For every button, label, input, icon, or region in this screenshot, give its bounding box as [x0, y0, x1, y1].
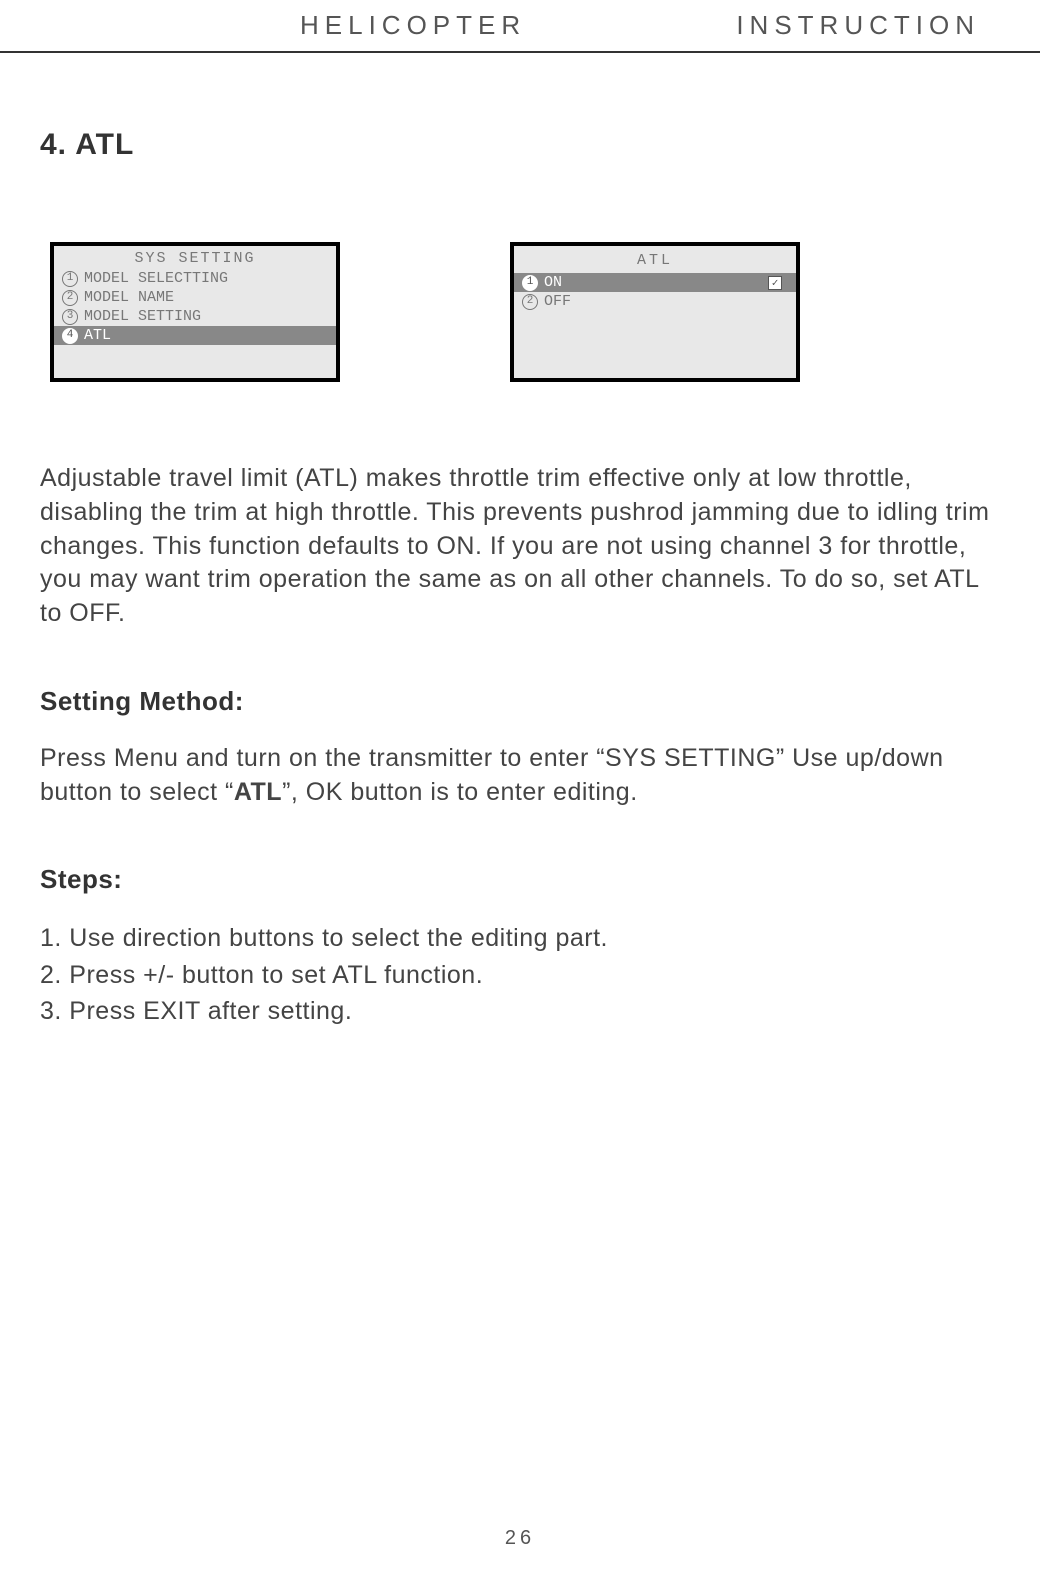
step-3: 3. Press EXIT after setting. — [40, 993, 1000, 1029]
screen1-row-2: 2 MODEL NAME — [54, 288, 336, 307]
row-label: MODEL SELECTTING — [84, 270, 228, 287]
screen1-row-3: 3 MODEL SETTING — [54, 307, 336, 326]
section-title: 4. ATL — [40, 128, 1040, 162]
row-label: OFF — [544, 293, 571, 310]
header-left: HELICOPTER — [300, 10, 526, 41]
step-2: 2. Press +/- button to set ATL function. — [40, 957, 1000, 993]
setting-method-b: ”, OK button is to enter editing. — [282, 778, 638, 806]
row-num-icon: 2 — [522, 294, 538, 310]
screen1-row-1: 1 MODEL SELECTTING — [54, 269, 336, 288]
description-paragraph: Adjustable travel limit (ATL) makes thro… — [40, 462, 1000, 631]
screen1-row-4: 4 ATL — [54, 326, 336, 345]
steps-list: 1. Use direction buttons to select the e… — [40, 920, 1000, 1029]
steps-heading: Steps: — [40, 864, 1000, 895]
screens-row: SYS SETTING 1 MODEL SELECTTING 2 MODEL N… — [50, 242, 1040, 382]
checkbox-icon: ✓ — [768, 276, 782, 290]
row-num-icon: 3 — [62, 309, 78, 325]
page-number: 26 — [0, 1527, 1040, 1550]
screen-sys-setting: SYS SETTING 1 MODEL SELECTTING 2 MODEL N… — [50, 242, 340, 382]
row-num-icon: 1 — [62, 271, 78, 287]
screen1-title: SYS SETTING — [54, 246, 336, 269]
row-num-icon: 4 — [62, 328, 78, 344]
step-1: 1. Use direction buttons to select the e… — [40, 920, 1000, 956]
row-num-icon: 1 — [522, 275, 538, 291]
screen2-row-1: 1 ON ✓ — [514, 273, 796, 292]
screen2-row-2: 2 OFF — [514, 292, 796, 311]
row-label: MODEL NAME — [84, 289, 174, 306]
row-label: MODEL SETTING — [84, 308, 201, 325]
row-label: ATL — [84, 327, 111, 344]
row-num-icon: 2 — [62, 290, 78, 306]
screen-atl: ATL 1 ON ✓ 2 OFF — [510, 242, 800, 382]
setting-method-text: Press Menu and turn on the transmitter t… — [40, 742, 1000, 810]
header-right: INSTRUCTION — [736, 10, 980, 41]
row-label: ON — [544, 274, 562, 291]
page-header: HELICOPTER INSTRUCTION — [0, 0, 1040, 53]
screen2-title: ATL — [514, 246, 796, 273]
setting-method-heading: Setting Method: — [40, 686, 1000, 717]
setting-method-bold: ATL — [234, 778, 282, 806]
